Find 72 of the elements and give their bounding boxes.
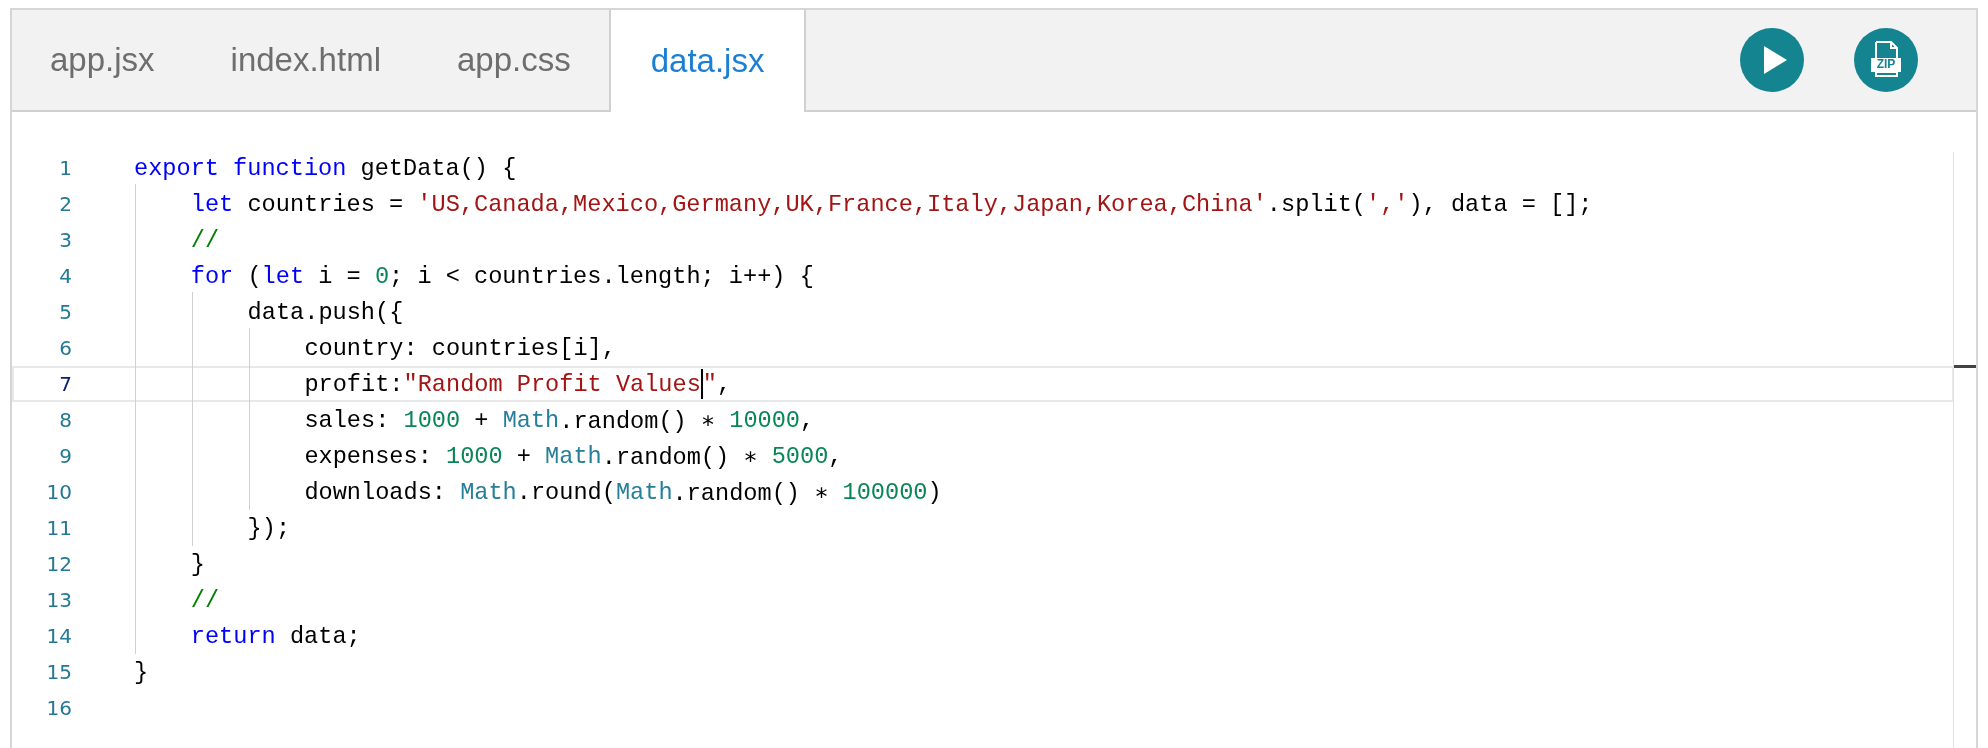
line-number: 3 [58, 228, 72, 252]
line-number: 16 [45, 696, 72, 720]
line-number: 6 [58, 336, 72, 360]
line-number: 9 [58, 444, 72, 468]
play-icon [1762, 45, 1788, 75]
code-token: ), data = []; [1408, 190, 1593, 218]
code-token: ) [927, 478, 942, 506]
code-token: Math [545, 442, 602, 470]
code-token: .random() ∗ [601, 442, 759, 471]
code-token: country: countries[i], [304, 334, 616, 362]
code-token: , [800, 406, 815, 434]
code-token: "Random Profit Values [403, 370, 701, 398]
code-token: ',' [1366, 190, 1409, 218]
code-token: 5000 [771, 442, 829, 470]
code-token: + [515, 442, 532, 470]
code-token: i = [317, 262, 362, 290]
code-token: Math [460, 478, 517, 506]
line-number: 4 [58, 264, 72, 288]
code-token: let [190, 190, 234, 218]
code-token: ( [246, 262, 262, 290]
line-number: 15 [45, 660, 72, 684]
code-token: .round( [516, 478, 616, 506]
file-tab[interactable]: data.jsx [608, 10, 807, 112]
code-token: countries = [246, 190, 405, 218]
line-number: 14 [45, 624, 72, 648]
line-number: 11 [45, 516, 72, 540]
code-token: export function [134, 154, 347, 182]
code-token: .split( [1266, 190, 1366, 218]
code-token: // [190, 226, 220, 254]
zip-download-button[interactable]: ZIP [1854, 28, 1918, 92]
code-token: 10000 [729, 406, 801, 434]
code-token: sales: [304, 406, 391, 434]
line-number: 5 [58, 300, 72, 324]
code-token: data; [288, 622, 361, 650]
code-token: } [134, 658, 149, 686]
code-token: , [717, 370, 732, 398]
line-number: 7 [58, 372, 72, 396]
code-token: Math [502, 406, 560, 434]
code-token: expenses: [304, 442, 433, 470]
file-tab[interactable]: app.css [418, 10, 609, 110]
code-token: getData() { [359, 154, 517, 182]
code-token: Math [615, 478, 673, 506]
file-tab[interactable]: index.html [192, 10, 419, 110]
code-token: .random() ∗ [559, 406, 717, 435]
file-tab[interactable]: app.jsx [12, 10, 193, 110]
code-token: let [261, 262, 305, 290]
code-token: , [828, 442, 843, 470]
code-token: 'US,Canada,Mexico,Germany,UK,France,Italy,Japan,Korea,China' [417, 190, 1267, 218]
code-token: downloads: [304, 478, 447, 506]
line-number: 1 [58, 156, 72, 180]
file-icon [1869, 40, 1903, 78]
text-cursor [700, 369, 703, 399]
line-number: 2 [58, 192, 72, 216]
code-token: for [190, 262, 234, 290]
line-number: 13 [45, 588, 72, 612]
code-token: // [190, 586, 220, 614]
code-token: .random() ∗ [672, 478, 830, 507]
code-token: + [473, 406, 490, 434]
code-token: }); [247, 514, 291, 542]
code-token: 1000 [403, 406, 461, 434]
code-token: ; i < countries.length; i++) { [389, 262, 814, 290]
code-token: return [190, 622, 276, 650]
line-number: 8 [58, 408, 72, 432]
code-token: 100000 [842, 478, 928, 506]
code-token: " [702, 370, 718, 398]
code-token: profit: [304, 370, 404, 398]
code-token: 0 [374, 262, 390, 290]
line-number: 12 [45, 552, 72, 576]
line-number: 10 [45, 480, 72, 504]
code-token: data.push({ [247, 298, 404, 326]
code-token: } [190, 550, 205, 578]
code-token: 1000 [446, 442, 503, 470]
